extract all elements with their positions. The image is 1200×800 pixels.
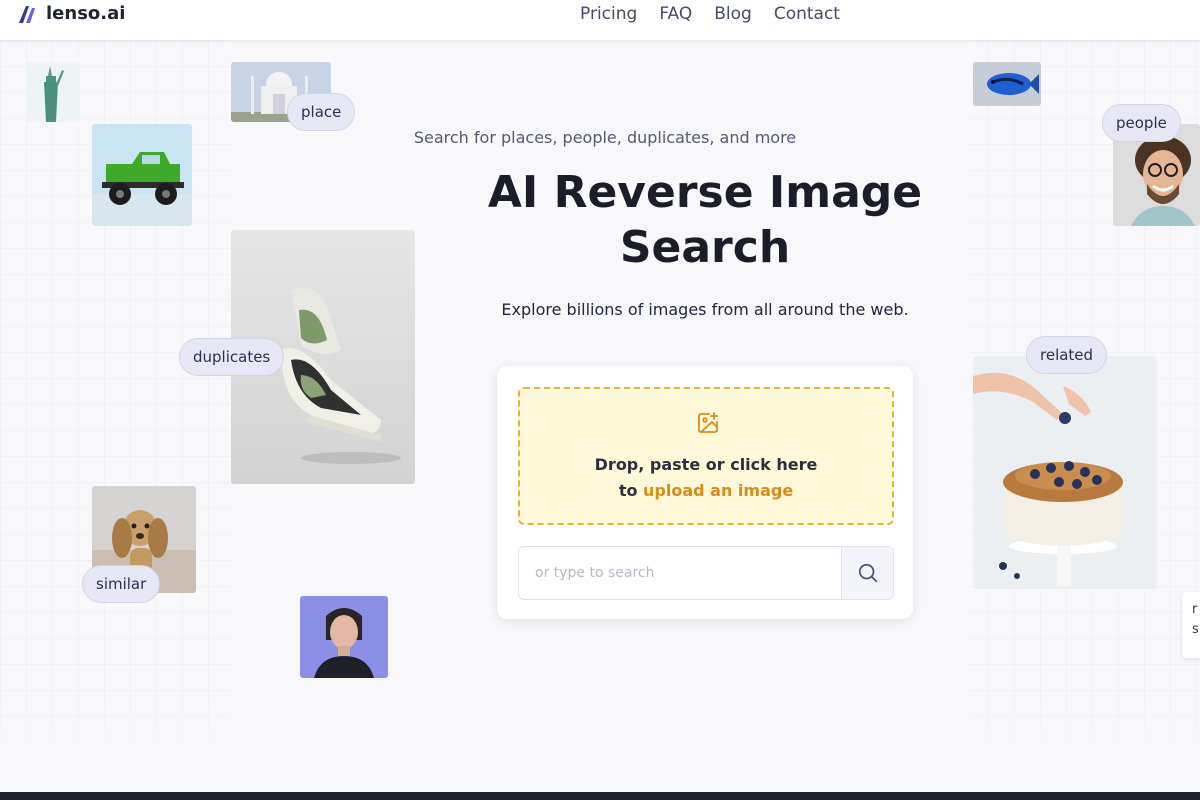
upload-instruction: Drop, paste or click here bbox=[594, 455, 818, 474]
logo[interactable]: lenso.ai bbox=[18, 3, 125, 24]
chip-place[interactable]: place bbox=[287, 93, 356, 131]
top-navbar: lenso.ai Pricing FAQ Blog Contact bbox=[0, 0, 1200, 40]
search-button[interactable] bbox=[841, 547, 893, 599]
chip-people-label: people bbox=[1116, 114, 1167, 132]
bottom-fade bbox=[0, 700, 1200, 792]
hero-subtitle: Search for places, people, duplicates, a… bbox=[413, 128, 797, 147]
offscreen-card-line2: s bbox=[1192, 622, 1199, 637]
nav-faq[interactable]: FAQ bbox=[659, 4, 692, 24]
chip-similar[interactable]: similar bbox=[82, 565, 161, 603]
chip-people[interactable]: people bbox=[1102, 104, 1181, 142]
chip-duplicates[interactable]: duplicates bbox=[179, 338, 285, 376]
chip-place-label: place bbox=[301, 103, 342, 121]
nav-pricing[interactable]: Pricing bbox=[580, 4, 637, 24]
offscreen-card-line1: r bbox=[1192, 602, 1198, 617]
blueberry-cake-photo[interactable] bbox=[973, 356, 1157, 589]
footer-bar bbox=[0, 792, 1200, 800]
chip-related-label: related bbox=[1040, 346, 1094, 364]
page-title: AI Reverse Image Search bbox=[487, 167, 923, 273]
chip-related[interactable]: related bbox=[1026, 336, 1108, 374]
offscreen-card[interactable]: r s bbox=[1182, 592, 1200, 658]
upload-prefix: to bbox=[618, 481, 638, 500]
nav-contact[interactable]: Contact bbox=[774, 4, 840, 24]
lenso-logo-icon bbox=[19, 5, 35, 23]
upload-dropzone[interactable]: Drop, paste or click here to upload an i… bbox=[518, 387, 894, 525]
upload-instruction-2: to upload an image bbox=[520, 481, 892, 500]
search-bar bbox=[518, 546, 894, 600]
search-input[interactable] bbox=[519, 547, 841, 599]
upload-card: Drop, paste or click here to upload an i… bbox=[497, 366, 913, 619]
hero-description: Explore billions of images from all arou… bbox=[501, 300, 909, 319]
brand-name: lenso.ai bbox=[46, 3, 126, 24]
upload-link[interactable]: upload an image bbox=[643, 481, 793, 500]
image-add-icon bbox=[698, 412, 718, 433]
chip-similar-label: similar bbox=[96, 575, 147, 593]
main-nav: Pricing FAQ Blog Contact bbox=[580, 4, 840, 24]
woman-portrait-photo[interactable] bbox=[300, 596, 388, 678]
chip-duplicates-label: duplicates bbox=[193, 348, 271, 366]
search-icon bbox=[858, 563, 877, 583]
nav-blog[interactable]: Blog bbox=[714, 4, 752, 24]
blue-fish-photo[interactable] bbox=[973, 62, 1041, 106]
statue-of-liberty-photo[interactable] bbox=[26, 62, 80, 122]
